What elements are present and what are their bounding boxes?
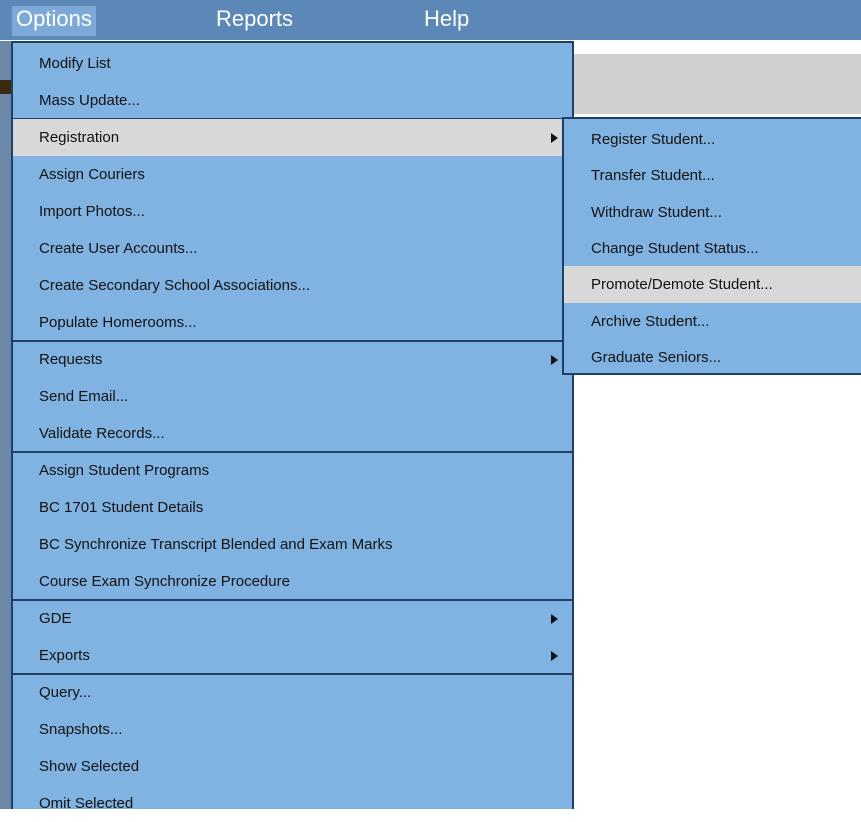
menu-item-label: Validate Records... [39, 425, 165, 442]
menu-item-label: Registration [39, 129, 120, 146]
menu-item-label: Assign Student Programs [39, 462, 210, 479]
submenu-item-graduate-seniors[interactable]: Graduate Seniors... [564, 339, 861, 376]
submenu-item-withdraw-student[interactable]: Withdraw Student... [564, 194, 861, 231]
menu-item-label: Exports [39, 647, 90, 664]
menu-reports[interactable]: Reports [212, 6, 297, 36]
menu-item-label: Change Student Status... [591, 239, 759, 257]
menu-item-label: Course Exam Synchronize Procedure [39, 573, 290, 590]
menu-item-label: Requests [39, 351, 103, 368]
submenu-arrow-icon [551, 133, 558, 143]
menu-item-label: Show Selected [39, 758, 140, 775]
menu-item-create-user-accounts[interactable]: Create User Accounts... [13, 230, 572, 267]
menu-item-label: BC 1701 Student Details [39, 499, 204, 516]
submenu-item-change-student-status[interactable]: Change Student Status... [564, 230, 861, 267]
menu-item-label: Send Email... [39, 388, 129, 405]
menu-item-label: Transfer Student... [591, 167, 715, 185]
background-toolbar [572, 54, 861, 114]
registration-submenu: Register Student... Transfer Student... Wi… [562, 117, 861, 375]
submenu-arrow-icon [551, 355, 558, 365]
submenu-item-transfer-student[interactable]: Transfer Student... [564, 157, 861, 194]
menu-item-label: Modify List [39, 55, 111, 72]
menu-item-label: Graduate Seniors... [591, 348, 722, 366]
menu-item-label: Create User Accounts... [39, 240, 198, 257]
menu-item-assign-student-programs[interactable]: Assign Student Programs [13, 452, 572, 489]
menu-item-query[interactable]: Query... [13, 674, 572, 711]
menu-item-exports[interactable]: Exports [13, 637, 572, 674]
submenu-item-archive-student[interactable]: Archive Student... [564, 303, 861, 340]
menu-item-create-secondary-school-associations[interactable]: Create Secondary School Associations... [13, 267, 572, 304]
menu-item-snapshots[interactable]: Snapshots... [13, 711, 572, 748]
menu-item-registration[interactable]: Registration [13, 119, 572, 156]
options-menu: Modify List Mass Update... Registration Ass… [11, 41, 574, 812]
menu-item-bc-1701-student-details[interactable]: BC 1701 Student Details [13, 489, 572, 526]
menu-options[interactable]: Options [12, 6, 96, 36]
menu-bar: Options Reports Help [0, 0, 861, 40]
menu-item-import-photos[interactable]: Import Photos... [13, 193, 572, 230]
menu-item-label: Query... [39, 684, 92, 701]
menu-item-label: Mass Update... [39, 92, 140, 109]
menu-item-gde[interactable]: GDE [13, 600, 572, 637]
menu-help[interactable]: Help [420, 6, 473, 36]
menu-item-mass-update[interactable]: Mass Update... [13, 82, 572, 119]
menu-item-populate-homerooms[interactable]: Populate Homerooms... [13, 304, 572, 341]
menu-item-course-exam-synchronize-procedure[interactable]: Course Exam Synchronize Procedure [13, 563, 572, 600]
submenu-arrow-icon [551, 614, 558, 624]
menu-item-send-email[interactable]: Send Email... [13, 378, 572, 415]
menu-item-bc-synchronize-transcript-blended-and-exam-marks[interactable]: BC Synchronize Transcript Blended and Ex… [13, 526, 572, 563]
menu-item-label: Omit Selected [39, 795, 134, 812]
submenu-item-promote-demote-student[interactable]: Promote/Demote Student... [564, 266, 861, 304]
menu-item-label: Withdraw Student... [591, 203, 722, 221]
menu-item-label: BC Synchronize Transcript Blended and Ex… [39, 536, 393, 553]
menu-item-show-selected[interactable]: Show Selected [13, 748, 572, 785]
submenu-item-register-student[interactable]: Register Student... [564, 121, 861, 158]
menu-item-validate-records[interactable]: Validate Records... [13, 415, 572, 452]
menu-item-label: Register Student... [591, 131, 716, 148]
menu-item-label: Promote/Demote Student... [591, 276, 773, 294]
submenu-arrow-icon [551, 651, 558, 661]
menu-item-modify-list[interactable]: Modify List [13, 45, 572, 82]
menu-item-label: Archive Student... [591, 312, 710, 330]
menu-item-label: Import Photos... [39, 203, 145, 220]
menu-item-label: Populate Homerooms... [39, 314, 197, 331]
menu-item-label: Create Secondary School Associations... [39, 277, 310, 294]
menu-item-omit-selected[interactable]: Omit Selected [13, 785, 572, 822]
menu-item-label: Snapshots... [39, 721, 123, 738]
menu-item-label: Assign Couriers [39, 166, 145, 183]
menu-item-assign-couriers[interactable]: Assign Couriers [13, 156, 572, 193]
menu-item-label: GDE [39, 610, 72, 627]
menu-item-requests[interactable]: Requests [13, 341, 572, 378]
